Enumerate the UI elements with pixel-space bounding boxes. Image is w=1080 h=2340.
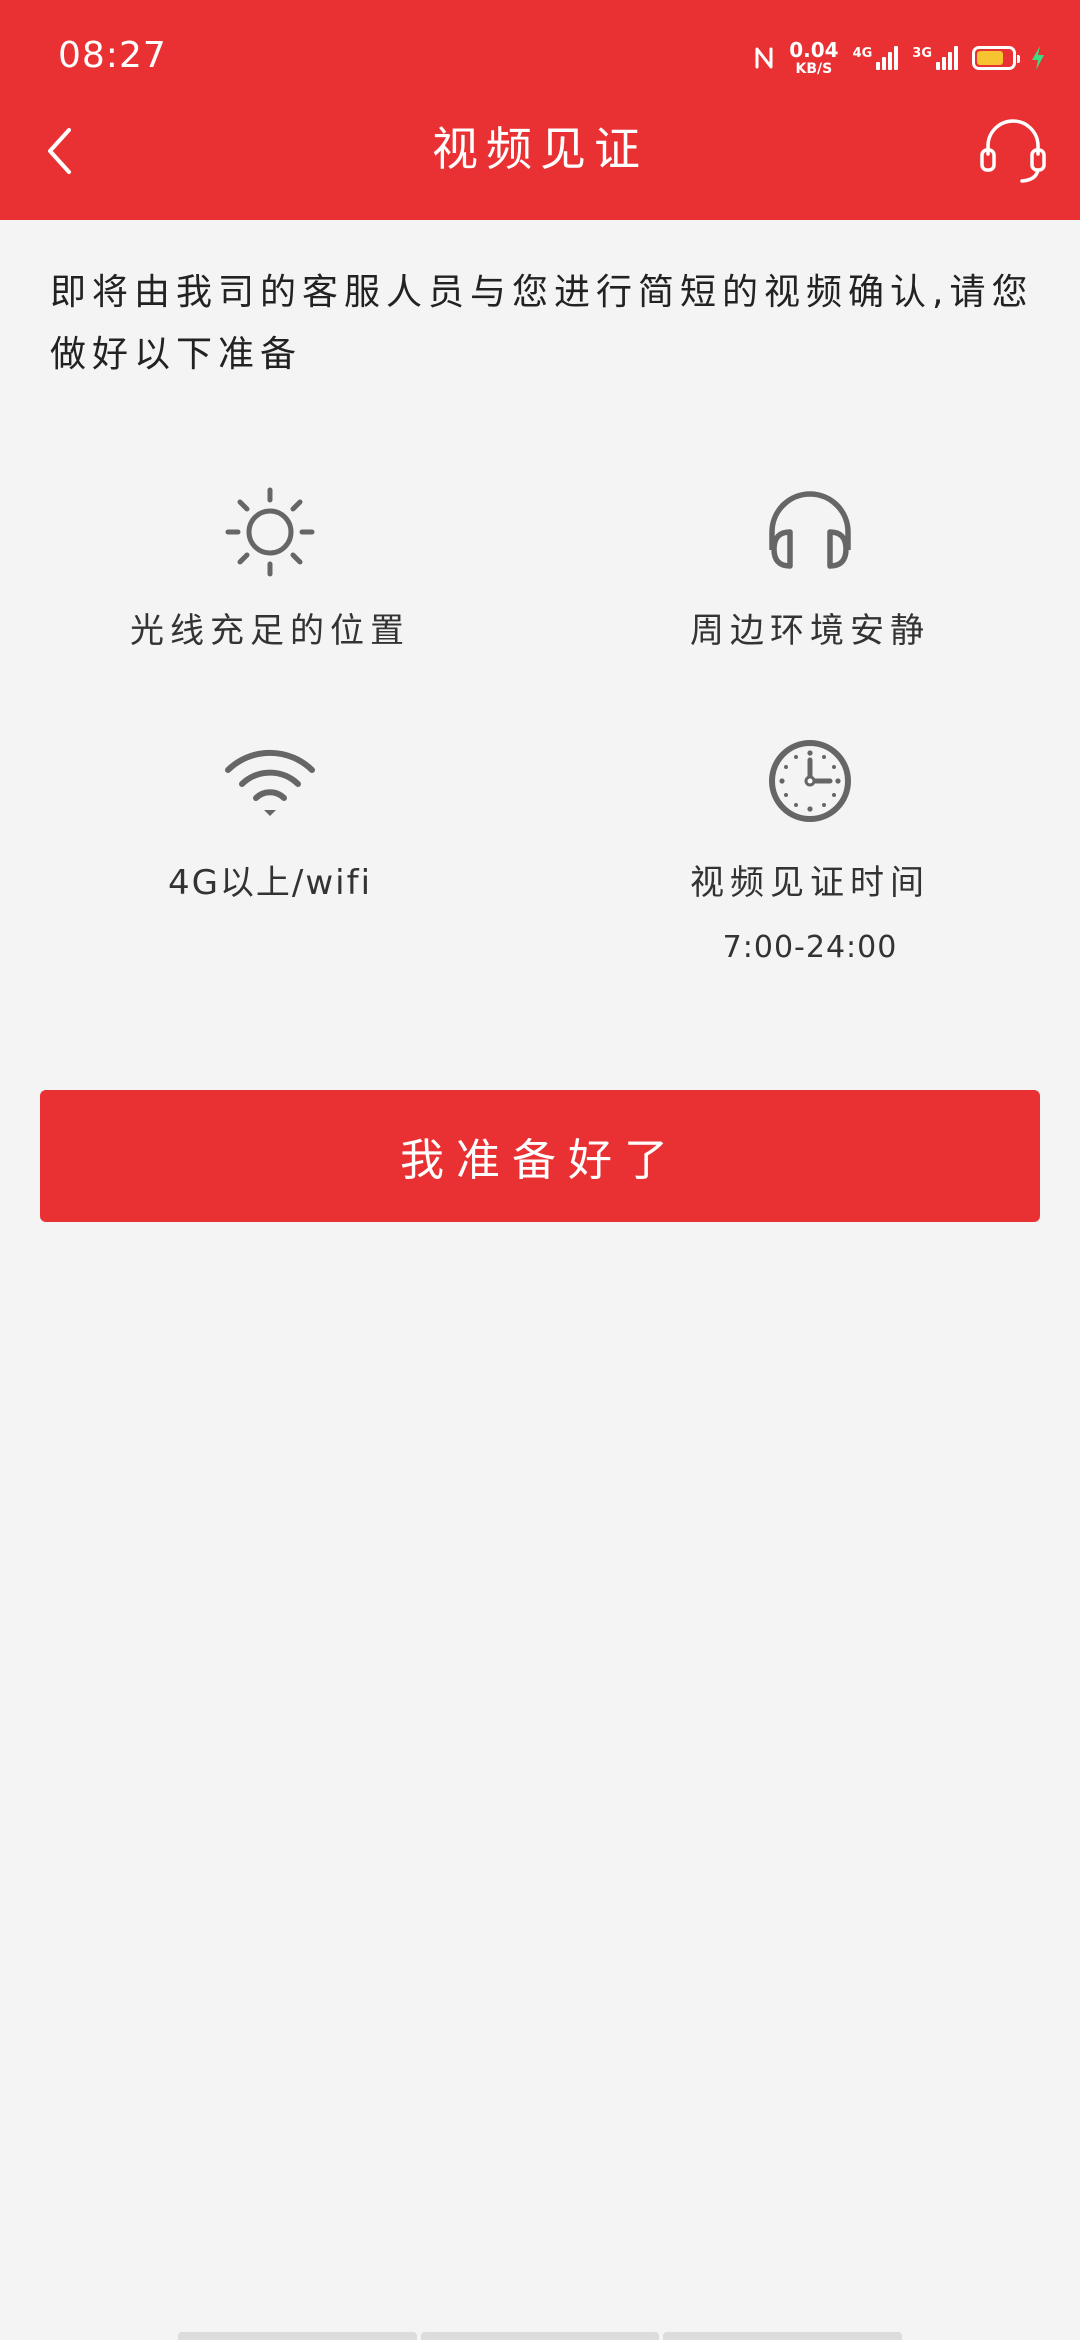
tip-lighting: 光线充足的位置 — [0, 482, 540, 654]
gesture-navigation-bar[interactable] — [178, 2332, 903, 2340]
clock-icon — [769, 740, 851, 822]
headphones-icon — [769, 491, 851, 569]
charging-icon — [1030, 45, 1046, 71]
status-icons: 0.04 KB/S 4G 3G — [753, 36, 1046, 80]
battery-fill — [977, 51, 1003, 65]
network-speed: 0.04 KB/S — [789, 40, 838, 76]
customer-service-button[interactable] — [976, 114, 1050, 188]
nfc-icon — [753, 45, 775, 71]
tip-time-label: 视频见证时间 — [690, 863, 930, 903]
wifi-icon — [225, 749, 315, 816]
signal-sim1-icon: 4G — [853, 46, 899, 70]
status-time: 08:27 — [58, 35, 167, 76]
network-speed-unit: KB/S — [795, 61, 833, 77]
tip-network-label: 4G以上/wifi — [167, 863, 373, 903]
sim1-network-label: 4G — [852, 46, 873, 61]
headset-icon — [980, 119, 1046, 183]
network-speed-value: 0.04 — [789, 38, 839, 62]
tip-quiet-label: 周边环境安静 — [690, 611, 930, 651]
signal-sim2-icon: 3G — [912, 46, 958, 70]
sim2-network-label: 3G — [912, 46, 932, 61]
tip-network: 4G以上/wifi — [0, 736, 540, 906]
intro-text: 即将由我司的客服人员与您进行简短的视频确认,请您做好以下准备 — [50, 272, 1034, 375]
tip-lighting-label: 光线充足的位置 — [130, 611, 410, 651]
battery-icon — [972, 46, 1020, 70]
tip-time-hours: 7:00-24:00 — [722, 930, 898, 965]
app-header: 08:27 0.04 KB/S 4G 3G 视频见证 — [0, 0, 1080, 220]
tip-quiet: 周边环境安静 — [540, 482, 1080, 654]
tip-time: 视频见证时间 7:00-24:00 — [540, 736, 1080, 968]
ready-button[interactable]: 我准备好了 — [40, 1090, 1040, 1222]
page-title: 视频见证 — [432, 122, 648, 176]
sun-icon — [225, 487, 315, 577]
